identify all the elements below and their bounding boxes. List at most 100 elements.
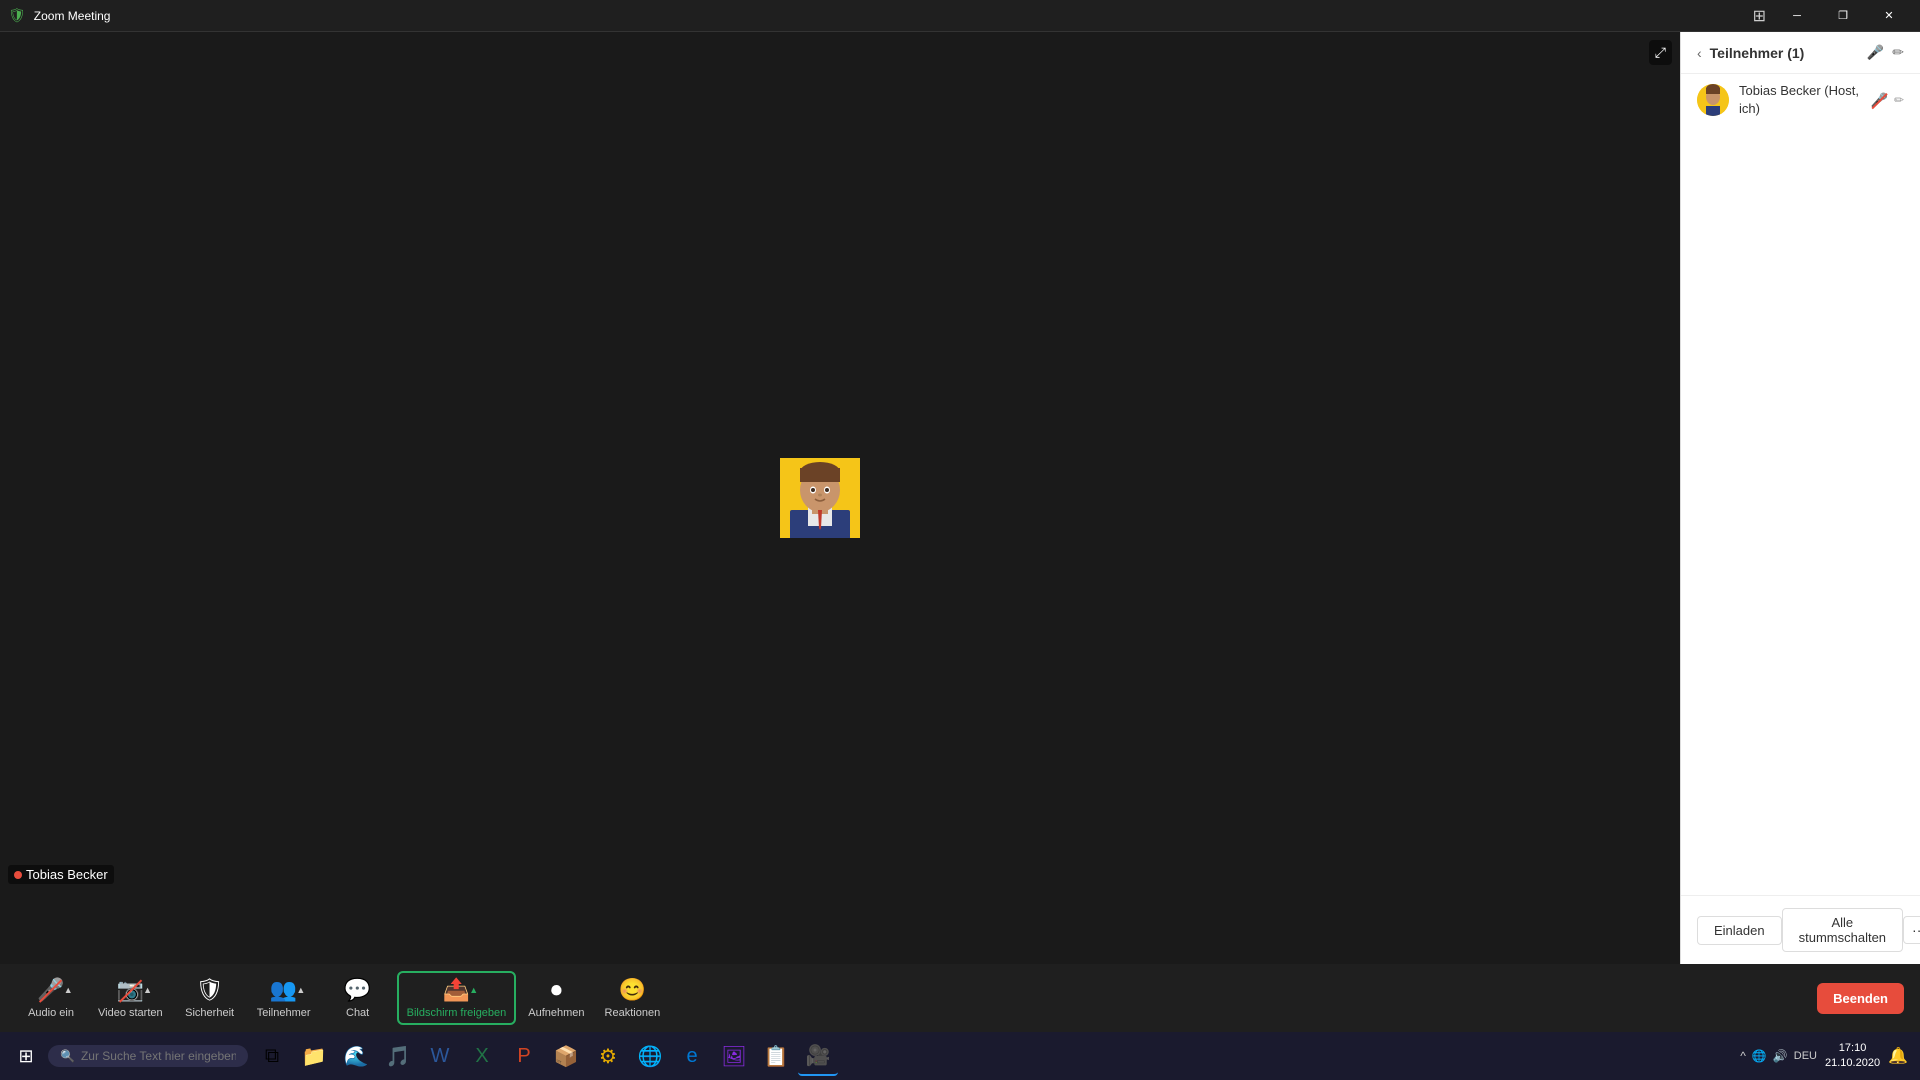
file-explorer-app[interactable]: 📁 [294,1036,334,1076]
record-button[interactable]: ⏺ Aufnehmen [520,973,592,1023]
audio-arrow: ▲ [64,985,73,995]
spotify-app[interactable]: 🎵 [378,1036,418,1076]
reactions-icon: 😊 [619,977,646,1003]
reactions-icon-wrapper: 😊 [619,977,646,1003]
video-arrow: ▲ [143,985,152,995]
invite-button[interactable]: Einladen [1697,916,1782,945]
app7-icon: ⚙ [599,1044,617,1069]
edit-icon-btn[interactable]: ✏ [1892,44,1904,61]
app6[interactable]: 📦 [546,1036,586,1076]
excel-app[interactable]: X [462,1036,502,1076]
file-explorer-icon: 📁 [302,1044,327,1069]
security-button[interactable]: 🛡 Sicherheit [175,973,245,1023]
share-screen-button[interactable]: 📤 ▲ Bildschirm freigeben [397,971,517,1025]
notifications-icon[interactable]: 🔔 [1888,1046,1908,1066]
chat-icon: 💬 [344,977,371,1003]
start-button[interactable]: ⊞ [4,1034,48,1078]
video-icon: 📷 [117,977,144,1003]
edge-app[interactable]: 🌊 [336,1036,376,1076]
video-label: Video starten [98,1007,163,1019]
participants-icon-wrapper: 👥 ▲ [270,977,297,1003]
share-label: Bildschirm freigeben [407,1007,507,1019]
end-meeting-button[interactable]: Beenden [1817,983,1904,1014]
participants-sidebar: ‹ Teilnehmer (1) 🎤 ✏ Tobias Becker ( [1680,32,1920,964]
participant-name-text: Tobias Becker [26,867,108,882]
chrome-app[interactable]: 🌐 [630,1036,670,1076]
powerpoint-app[interactable]: P [504,1036,544,1076]
main-area: Tobias Becker ⤢ ‹ Teilnehmer (1) 🎤 ✏ [0,32,1920,964]
participant-name-label: Tobias Becker [8,865,114,884]
participant-controls: 🎤 ✏ [1871,92,1905,109]
avatar-image [780,458,860,538]
app7[interactable]: ⚙ [588,1036,628,1076]
edge2-app[interactable]: e [672,1036,712,1076]
chat-icon-wrapper: 💬 [344,977,371,1003]
participants-label: Teilnehmer [257,1007,311,1019]
app6-icon: 📦 [554,1044,579,1069]
participant-photo [1697,84,1729,116]
word-icon: W [431,1045,450,1068]
sidebar-action-row: Einladen Alle stummschalten ··· [1697,908,1904,952]
expand-button[interactable]: ⊞ [1753,6,1766,26]
systray-sound: 🔊 [1773,1049,1788,1063]
participants-button[interactable]: 👥 ▲ Teilnehmer [249,973,319,1023]
reactions-button[interactable]: 😊 Reaktionen [597,973,669,1023]
sidebar-header: ‹ Teilnehmer (1) 🎤 ✏ [1681,32,1920,74]
video-area: Tobias Becker ⤢ [0,32,1680,964]
share-icon-wrapper: 📤 ▲ [443,977,470,1003]
app10-icon: 📋 [764,1044,789,1069]
edge-icon: 🌊 [344,1044,369,1069]
security-icon: 🛡 [196,977,224,1003]
systray-network: 🌐 [1752,1049,1767,1063]
taskbar-apps: ⧉ 📁 🌊 🎵 W X P 📦 ⚙ 🌐 e [252,1036,838,1076]
app9-icon: 🖼 [721,1044,746,1069]
app9[interactable]: 🖼 [714,1036,754,1076]
security-icon-wrapper: 🛡 [196,977,224,1003]
powerpoint-icon: P [517,1045,530,1068]
close-button[interactable]: ✕ [1866,0,1912,32]
chevron-icon[interactable]: ‹ [1697,45,1702,61]
system-clock[interactable]: 17:10 21.10.2020 [1825,1041,1880,1072]
search-input[interactable] [81,1049,236,1063]
mute-all-button[interactable]: Alle stummschalten [1782,908,1903,952]
mute-indicator [14,871,22,879]
reactions-label: Reaktionen [605,1007,661,1019]
record-label: Aufnehmen [528,1007,584,1019]
mic-muted-icon: 🎤 [1871,92,1888,109]
window-controls: ─ ❐ ✕ [1774,0,1912,32]
toolbar-right-area: Beenden [1809,983,1904,1014]
sidebar-header-right: 🎤 ✏ [1867,44,1904,61]
participant-info: Tobias Becker (Host, ich) [1739,82,1861,118]
chrome-icon: 🌐 [638,1044,663,1069]
participant-edit-icon[interactable]: ✏ [1894,93,1904,107]
video-expand-button[interactable]: ⤢ [1649,40,1672,65]
zoom-taskbar-app[interactable]: 🎥 [798,1036,838,1076]
sidebar-title: Teilnehmer (1) [1710,45,1805,61]
clock-date: 21.10.2020 [1825,1056,1880,1071]
participant-item: Tobias Becker (Host, ich) 🎤 ✏ [1681,74,1920,126]
video-button[interactable]: 📷 ▲ Video starten [90,973,171,1023]
minimize-button[interactable]: ─ [1774,0,1820,32]
restore-button[interactable]: ❐ [1820,0,1866,32]
avatar-svg [780,458,860,538]
spotify-icon: 🎵 [386,1044,411,1069]
sidebar-header-left: ‹ Teilnehmer (1) [1697,45,1804,61]
app10[interactable]: 📋 [756,1036,796,1076]
systray-arrow[interactable]: ^ [1740,1049,1746,1063]
audio-label: Audio ein [28,1007,74,1019]
window-title: Zoom Meeting [34,9,1753,23]
chat-button[interactable]: 💬 Chat [323,973,393,1023]
taskbar-search-box[interactable]: 🔍 [48,1045,248,1067]
record-icon: ⏺ [551,977,562,1003]
sidebar-footer: Einladen Alle stummschalten ··· [1681,895,1920,964]
excel-icon: X [475,1045,488,1068]
microphone-icon-btn[interactable]: 🎤 [1867,44,1884,61]
word-app[interactable]: W [420,1036,460,1076]
task-view-button[interactable]: ⧉ [252,1036,292,1076]
participants-icon: 👥 [270,977,297,1003]
security-label: Sicherheit [185,1007,234,1019]
audio-button[interactable]: 🎤 ▲ Audio ein [16,973,86,1023]
more-options-button[interactable]: ··· [1903,916,1920,944]
share-arrow: ▲ [469,985,478,995]
meeting-toolbar: 🎤 ▲ Audio ein 📷 ▲ Video starten 🛡 Sicher… [0,964,1920,1032]
